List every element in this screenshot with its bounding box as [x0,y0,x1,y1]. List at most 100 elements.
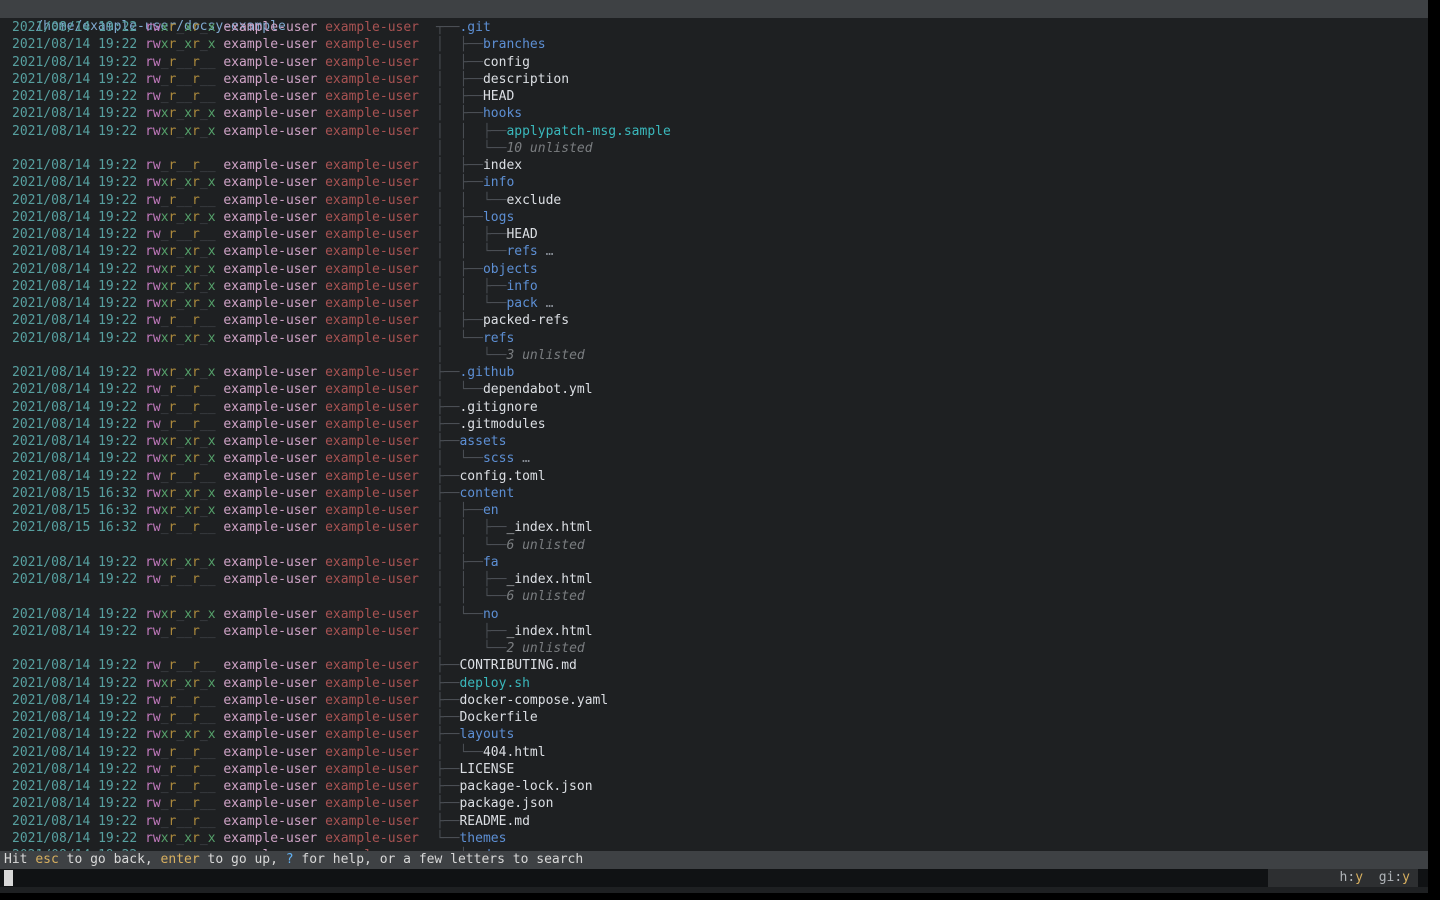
file-group: example-user [317,676,419,691]
tree-row: ├──LICENSE [436,761,671,778]
status-text: Hit [4,852,35,867]
file-group: example-user [317,693,419,708]
file-permission-char: w [153,676,161,691]
tree-entry-file[interactable]: _index.html [506,520,592,535]
tree-entry-dir[interactable]: pack [506,296,537,311]
tree-entry-file[interactable]: package.json [459,796,553,811]
tree-entry-file[interactable]: 404.html [483,745,546,760]
file-permission-char: _ [184,313,192,328]
tree-entry-file[interactable]: package-lock.json [459,779,592,794]
file-group: example-user [317,762,419,777]
file-permission-char: _ [200,313,208,328]
file-permission-char: w [153,555,161,570]
tree-entry-file[interactable]: HEAD [483,89,514,104]
text-cursor[interactable] [4,870,13,886]
file-permission-char: _ [208,89,216,104]
tree-entry-dir[interactable]: assets [459,434,506,449]
file-permission-char: _ [200,296,208,311]
tree-branch-lines: │ ├── [436,89,483,104]
tree-branch-lines: │ ├── [436,158,483,173]
file-permission-char: r [145,831,153,846]
tree-entry-file[interactable]: LICENSE [459,762,514,777]
tree-entry-dir[interactable]: objects [483,262,538,277]
tree-entry-dir[interactable]: info [506,279,537,294]
tree-entry-file[interactable]: config.toml [459,469,545,484]
file-permission-char: w [153,624,161,639]
tree-entry-dir[interactable]: logs [483,210,514,225]
file-permission-char: x [208,434,216,449]
file-date: 2021/08/14 19:22 [12,745,145,760]
tree-entry-file[interactable]: dependabot.yml [483,382,593,397]
file-meta-row: 2021/08/14 19:22 rw_r__r__ example-user … [12,813,419,830]
file-permission-char: x [184,607,192,622]
tree-entry-file[interactable]: HEAD [506,227,537,242]
tree-entry-dir[interactable]: fa [483,555,499,570]
file-permission-char: r [192,434,200,449]
tree-entry-unlisted: 6 unlisted [506,589,584,604]
tree-entry-file[interactable]: Dockerfile [459,710,537,725]
tree-entry-dir[interactable]: .github [459,365,514,380]
file-permission-char: x [161,262,169,277]
tree-entry-exec[interactable]: applypatch-msg.sample [506,124,670,139]
file-date: 2021/08/15 16:32 [12,520,145,535]
file-owner: example-user [216,400,318,415]
file-permission-char: x [208,20,216,35]
file-permission-char: r [192,624,200,639]
tree-entry-dir[interactable]: content [459,486,514,501]
tree-row: │ ├──_index.html [436,623,671,640]
file-permission-char: r [145,382,153,397]
file-permission-char: r [145,451,153,466]
file-meta-row: 2021/08/14 19:22 rw_r__r__ example-user … [12,623,419,640]
file-date: 2021/08/14 19:22 [12,89,145,104]
tree-entry-dir[interactable]: refs [483,331,514,346]
file-permission-char: _ [200,779,208,794]
tree-entry-file[interactable]: index [483,158,522,173]
file-permission-char: _ [208,796,216,811]
tree-entry-dir[interactable]: branches [483,37,546,52]
tree-entry-file[interactable]: exclude [506,193,561,208]
tree-entry-file[interactable]: .gitmodules [459,417,545,432]
tree-entry-dir[interactable]: layouts [459,727,514,742]
input-row[interactable]: h:y gi:y [0,869,1428,887]
tree-entry-dir[interactable]: refs [506,244,537,259]
tree-row: │ └──refs [436,330,671,347]
tree-row: │ │ ├──applypatch-msg.sample [436,123,671,140]
file-group: example-user [317,520,419,535]
tree-entry-dir[interactable]: themes [459,831,506,846]
tree-entry-dir[interactable]: no [483,607,499,622]
tree-entry-file[interactable]: README.md [459,814,529,829]
tree-entry-dir[interactable]: en [483,503,499,518]
tree-entry-file[interactable]: CONTRIBUTING.md [459,658,576,673]
tree-entry-dir[interactable]: .git [459,20,490,35]
tree-entry-file[interactable]: description [483,72,569,87]
file-permission-char: r [192,779,200,794]
file-group: example-user [317,727,419,742]
file-meta-row: 2021/08/14 19:22 rw_r__r__ example-user … [12,744,419,761]
tree-entry-file[interactable]: packed-refs [483,313,569,328]
file-permission-char: r [192,503,200,518]
tree-branch-lines: │ └── [436,382,483,397]
file-permission-char: w [153,296,161,311]
tree-entry-file[interactable]: .gitignore [459,400,537,415]
tree-entry-file[interactable]: _index.html [506,624,592,639]
tree-entry-file[interactable]: config [483,55,530,70]
tree-entry-file[interactable]: _index.html [506,572,592,587]
tree-row: │ ├──info [436,174,671,191]
file-permission-char: r [145,124,153,139]
tree-branch-lines: │ └── [436,331,483,346]
tree-entry-dir[interactable]: scss [483,451,514,466]
file-permission-char: _ [200,331,208,346]
tree-entry-exec[interactable]: deploy.sh [459,676,529,691]
file-permission-char: r [145,279,153,294]
file-permission-char: x [184,262,192,277]
file-permission-char: _ [200,244,208,259]
file-date: 2021/08/14 19:22 [12,796,145,811]
file-permission-char: _ [200,693,208,708]
file-meta-row: 2021/08/14 19:22 rw_r__r__ example-user … [12,399,419,416]
tree-entry-dir[interactable]: hooks [483,106,522,121]
file-meta-row: 2021/08/14 19:22 rw_r__r__ example-user … [12,761,419,778]
file-group: example-user [317,331,419,346]
tree-branch-lines: │ │ ├── [436,520,506,535]
tree-entry-file[interactable]: docker-compose.yaml [459,693,608,708]
tree-entry-dir[interactable]: info [483,175,514,190]
